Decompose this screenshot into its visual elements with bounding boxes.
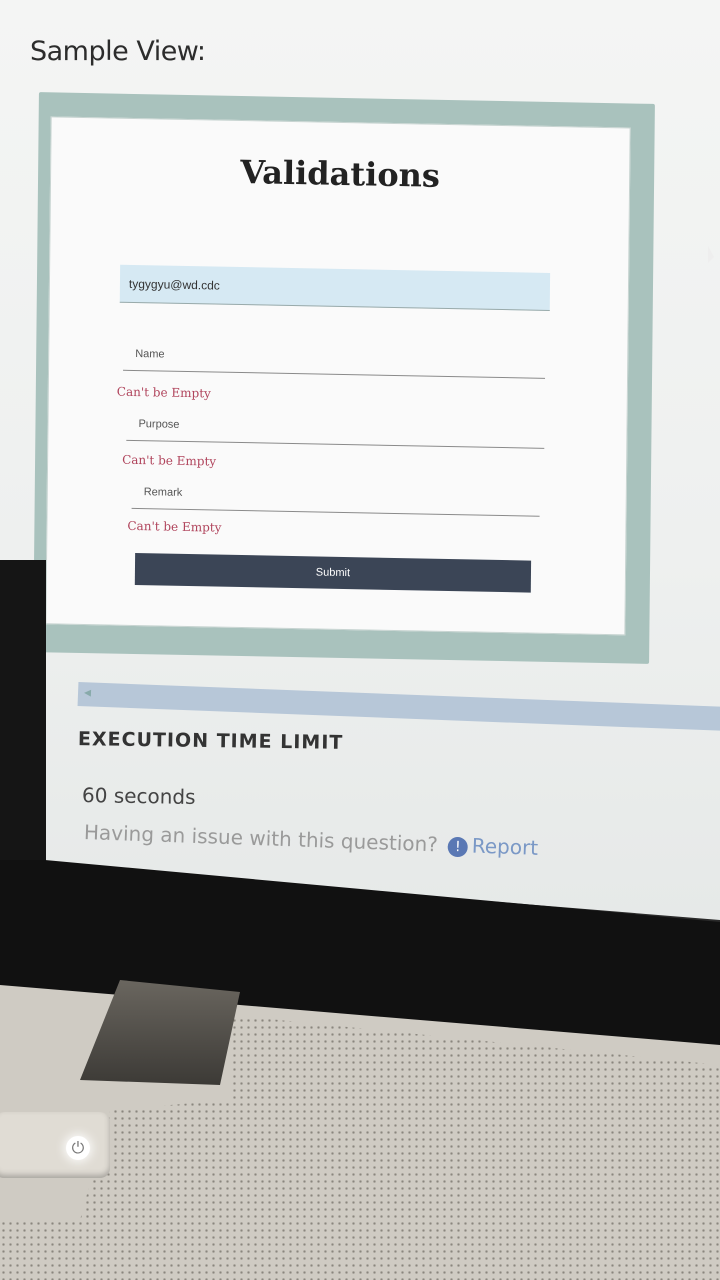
report-link[interactable]: Report [471, 834, 538, 860]
info-icon: ! [447, 836, 469, 857]
monitor-screen: Sample View: Validations Name Can't be E… [0, 0, 720, 920]
mouse-cursor-icon [708, 246, 714, 263]
remark-error: Can't be Empty [127, 518, 222, 535]
form-title: Validations [240, 153, 441, 195]
monitor-left-bezel [0, 560, 46, 880]
issue-line: Having an issue with this question?! Repo… [84, 820, 539, 860]
validation-form: Validations Name Can't be Empty Purpose … [45, 116, 631, 636]
remark-placeholder: Remark [143, 486, 183, 499]
email-field[interactable] [119, 264, 551, 311]
scroll-left-icon[interactable]: ◀ [84, 688, 91, 698]
sample-form-frame: Validations Name Can't be Empty Purpose … [33, 92, 655, 664]
power-key[interactable] [0, 1112, 110, 1178]
purpose-placeholder: Purpose [138, 418, 180, 431]
purpose-error: Can't be Empty [122, 452, 217, 469]
purpose-field[interactable]: Purpose [126, 410, 545, 449]
execution-time-heading: EXECUTION TIME LIMIT [77, 728, 344, 754]
submit-button[interactable]: Submit [134, 552, 532, 593]
name-error: Can't be Empty [116, 384, 211, 401]
sample-view-label: Sample View: [30, 36, 206, 67]
name-placeholder: Name [135, 347, 165, 361]
name-field[interactable]: Name [123, 340, 546, 379]
horizontal-scrollbar[interactable]: ◀ [77, 682, 720, 732]
execution-time-value: 60 seconds [81, 783, 196, 809]
power-icon[interactable]: ⏻ [66, 1136, 90, 1160]
remark-field[interactable]: Remark [131, 478, 540, 517]
issue-text: Having an issue with this question? [83, 820, 439, 857]
